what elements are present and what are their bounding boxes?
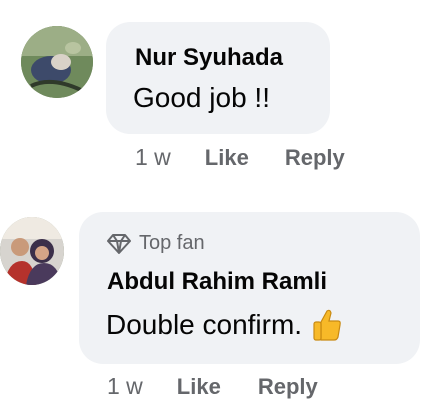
comment-text: Double confirm. <box>106 309 303 340</box>
avatar-photo <box>0 217 64 285</box>
reply-button[interactable]: Reply <box>285 145 345 171</box>
comment-actions: 1 w Like Reply <box>135 144 345 171</box>
comment-author[interactable]: Nur Syuhada <box>135 44 283 72</box>
diamond-icon <box>107 233 131 254</box>
comment-author[interactable]: Abdul Rahim Ramli <box>107 268 327 296</box>
like-button[interactable]: Like <box>205 145 249 171</box>
comment-bubble <box>106 22 330 134</box>
badge-label: Top fan <box>139 232 205 254</box>
avatar[interactable] <box>0 217 64 285</box>
comment-text-row: Double confirm. <box>106 308 342 342</box>
avatar[interactable] <box>21 26 93 98</box>
comment-timestamp[interactable]: 1 w <box>107 373 143 400</box>
like-button[interactable]: Like <box>177 374 221 400</box>
avatar-photo <box>21 26 93 98</box>
comment-timestamp[interactable]: 1 w <box>135 144 171 171</box>
comment-actions: 1 w Like Reply <box>107 373 318 400</box>
top-fan-badge[interactable]: Top fan <box>106 232 205 255</box>
reply-button[interactable]: Reply <box>258 374 318 400</box>
comment-text: Good job !! <box>133 82 270 113</box>
thumbs-up-icon <box>313 309 341 341</box>
